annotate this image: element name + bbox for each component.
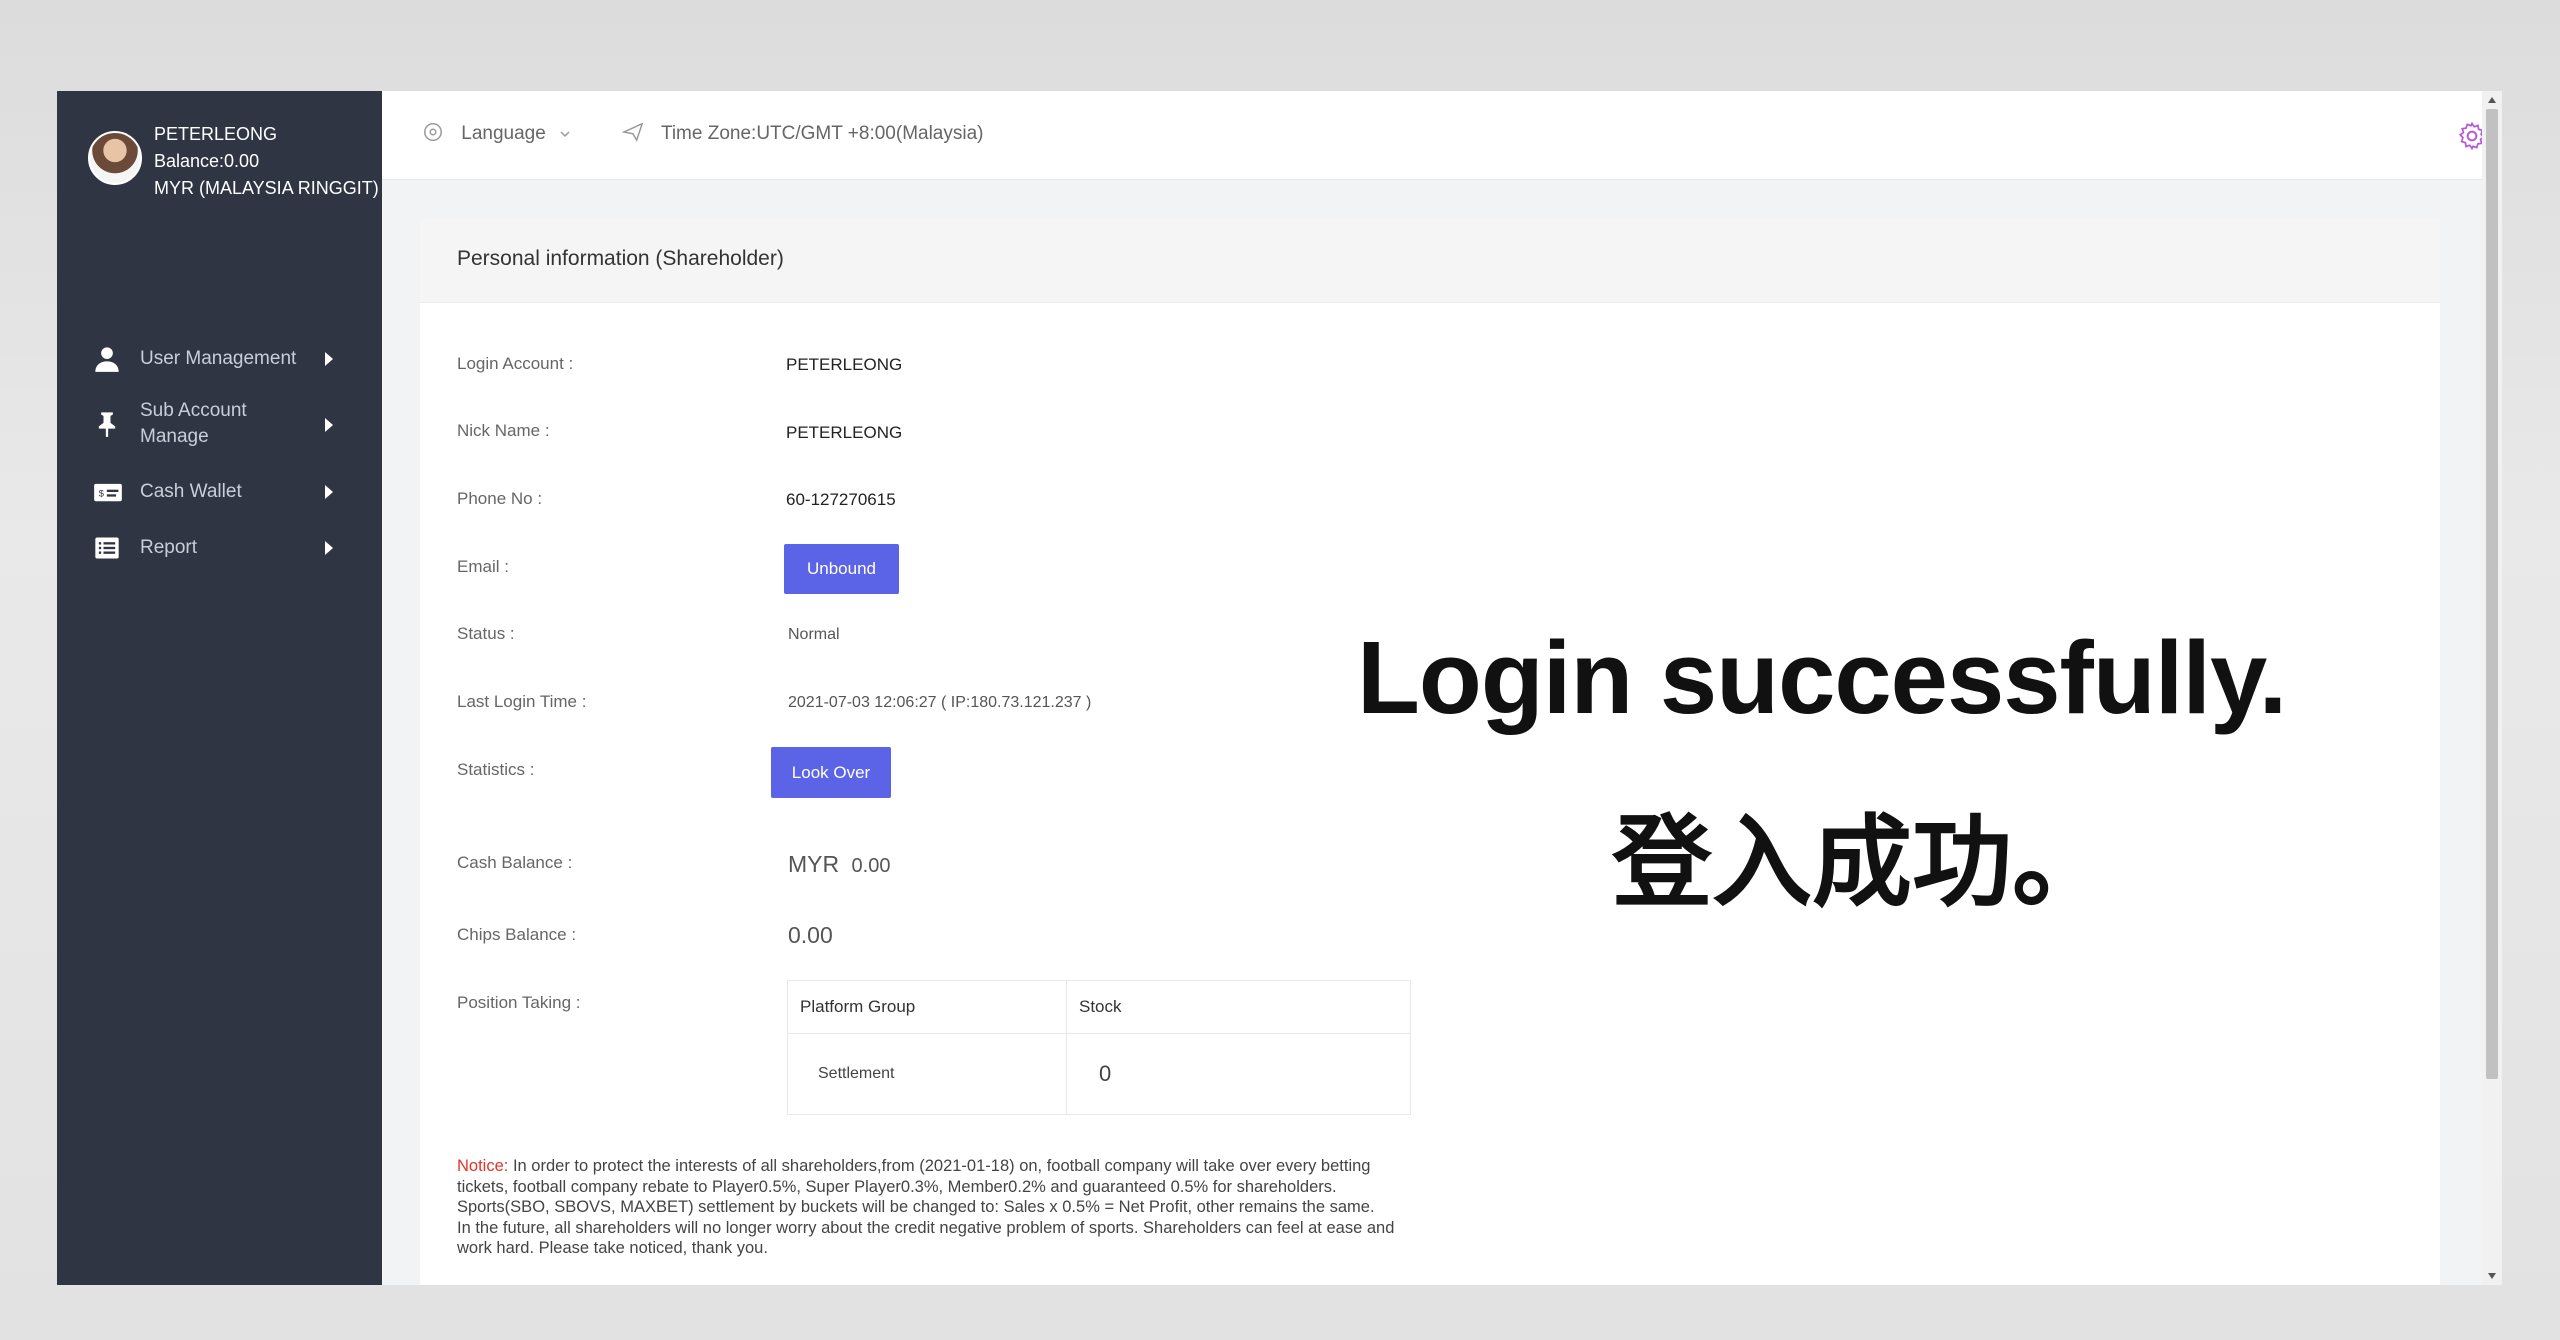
sidebar-item-label: Report [140, 537, 198, 558]
language-label: Language [461, 123, 546, 144]
cash-currency: MYR [788, 851, 840, 877]
cash-icon: $ [93, 478, 122, 506]
overlay-caption-english: Login successfully. [1357, 620, 2287, 735]
caret-right-icon [325, 418, 333, 432]
scroll-down-icon[interactable] [2488, 1273, 2496, 1279]
currency: MYR (MALAYSIA RINGGIT) [154, 178, 379, 198]
app-window: PETERLEONG Balance:0.00 MYR (MALAYSIA RI… [57, 91, 2502, 1285]
username: PETERLEONG [154, 124, 278, 144]
status-label: Status : [457, 624, 515, 643]
nick-name-label: Nick Name : [457, 421, 550, 440]
notice-text-2: In the future, all shareholders will no … [457, 1218, 1395, 1258]
login-account-value: PETERLEONG [786, 355, 903, 374]
table-cell: 0 [1066, 1033, 1411, 1115]
column-header: Stock [1066, 980, 1411, 1034]
avatar[interactable] [88, 131, 142, 185]
phone-value: 60-127270615 [786, 490, 896, 509]
phone-label: Phone No : [457, 489, 543, 508]
table-cell: Settlement [787, 1033, 1067, 1115]
login-account-label: Login Account : [457, 354, 574, 373]
chips-balance-value: 0.00 [788, 922, 833, 948]
sidebar-item-sub-account-manage[interactable]: Sub Account Manage [57, 398, 382, 454]
cash-balance-value: MYR 0.00 [788, 851, 890, 878]
look-over-button[interactable]: Look Over [771, 747, 891, 798]
caret-right-icon [325, 485, 333, 499]
sidebar-item-label: Sub Account Manage [140, 400, 247, 447]
timezone-display: Time Zone:UTC/GMT +8:00(Malaysia) [621, 121, 984, 145]
sidebar-item-user-management[interactable]: User Management [57, 346, 382, 378]
notice-text: In order to protect the interests of all… [457, 1157, 1375, 1216]
sidebar-item-report[interactable]: Report [57, 535, 382, 567]
user-icon [93, 345, 121, 373]
chevron-down-icon [560, 131, 570, 138]
svg-text:$: $ [99, 489, 104, 499]
status-value: Normal [788, 626, 840, 643]
overlay-caption-chinese: 登入成功。 [1612, 807, 2112, 919]
timezone-label: Time Zone:UTC/GMT +8:00(Malaysia) [660, 123, 984, 144]
top-bar: Language Time Zone:UTC/GMT +8:00(Malaysi… [382, 91, 2502, 180]
email-label: Email : [457, 557, 509, 576]
column-header: Platform Group [787, 980, 1067, 1034]
sidebar-item-cash-wallet[interactable]: $ Cash Wallet [57, 479, 382, 511]
position-taking-table: Platform Group Stock Settlement 0 [787, 980, 1411, 1115]
balance: Balance:0.00 [154, 151, 260, 171]
send-icon [621, 122, 644, 143]
nick-name-value: PETERLEONG [786, 423, 903, 442]
notice-label: Notice: [457, 1157, 509, 1175]
scroll-up-icon[interactable] [2488, 97, 2496, 103]
language-dropdown[interactable]: Language [422, 121, 571, 145]
table-row: Settlement 0 [787, 1033, 1411, 1115]
panel-header: Personal information (Shareholder) [420, 218, 2440, 303]
profile-info: PETERLEONG Balance:0.00 MYR (MALAYSIA RI… [154, 121, 379, 202]
last-login-value: 2021-07-03 12:06:27 ( IP:180.73.121.237 … [788, 694, 1092, 711]
table-header-row: Platform Group Stock [787, 980, 1411, 1034]
caret-right-icon [325, 541, 333, 555]
sidebar-item-label: User Management [140, 348, 297, 369]
cash-balance-label: Cash Balance : [457, 853, 573, 872]
page-title: Personal information (Shareholder) [457, 247, 784, 270]
scrollbar-thumb[interactable] [2486, 109, 2498, 1079]
chips-balance-label: Chips Balance : [457, 925, 577, 944]
last-login-label: Last Login Time : [457, 692, 587, 711]
globe-icon [424, 123, 442, 141]
sidebar: PETERLEONG Balance:0.00 MYR (MALAYSIA RI… [57, 91, 382, 1285]
notice: Notice: In order to protect the interest… [457, 1156, 1417, 1259]
position-taking-label: Position Taking : [457, 993, 581, 1012]
statistics-label: Statistics : [457, 760, 535, 779]
pin-icon [93, 410, 121, 438]
sidebar-item-label: Cash Wallet [140, 481, 242, 502]
list-icon [93, 534, 121, 562]
personal-info-panel: Personal information (Shareholder) Login… [420, 218, 2440, 1285]
cash-amount: 0.00 [851, 855, 891, 877]
user-profile: PETERLEONG Balance:0.00 MYR (MALAYSIA RI… [57, 91, 382, 216]
unbound-button[interactable]: Unbound [784, 544, 899, 594]
vertical-scrollbar[interactable] [2482, 91, 2502, 1285]
caret-right-icon [325, 352, 333, 366]
